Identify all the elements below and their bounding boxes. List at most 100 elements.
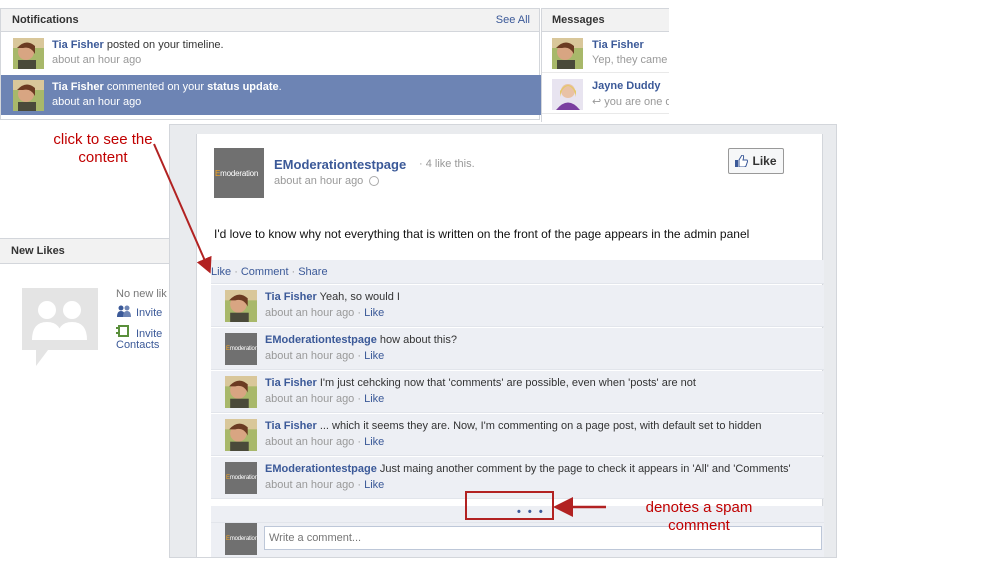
notification-suffix: .: [278, 81, 282, 93]
comment-action[interactable]: Comment: [241, 266, 289, 278]
globe-icon: [369, 176, 379, 186]
people-silhouette-icon: [22, 288, 98, 366]
post-timestamp[interactable]: about an hour ago: [274, 175, 363, 187]
comment-text: EModerationtestpage how about this?: [265, 334, 457, 346]
new-likes-header: New Likes: [0, 238, 170, 264]
comment-time[interactable]: about an hour ago: [265, 307, 354, 319]
post-text: I'd love to know why not everything that…: [214, 227, 750, 241]
comment-text: Tia Fisher Yeah, so would I: [265, 291, 400, 303]
comment-like-link[interactable]: Like: [364, 479, 384, 491]
comment-meta: about an hour ago · Like: [265, 436, 385, 448]
commenter-name-link[interactable]: EModerationtestpage: [265, 463, 377, 475]
post-actions-bar: Like · Comment · Share: [211, 260, 824, 284]
like-action[interactable]: Like: [211, 266, 231, 278]
commenter-avatar[interactable]: [225, 376, 257, 408]
comment-body: how about this?: [376, 334, 457, 346]
tia-fisher-avatar: [13, 38, 44, 69]
comment-text: Tia Fisher ... which it seems they are. …: [265, 420, 762, 432]
comment-time[interactable]: about an hour ago: [265, 350, 354, 362]
message-sender[interactable]: Tia Fisher: [592, 39, 644, 51]
commenter-name-link[interactable]: Tia Fisher: [265, 420, 317, 432]
messages-header: Messages: [542, 8, 669, 32]
click-annotation: click to see the content: [53, 131, 153, 166]
new-likes-panel: New Likes No new lik Invite Invite Conta…: [0, 238, 170, 368]
page-avatar[interactable]: Emoderation: [214, 148, 264, 198]
commenter-avatar[interactable]: [225, 290, 257, 322]
comment-meta: about an hour ago · Like: [265, 307, 385, 319]
comment-meta: about an hour ago · Like: [265, 479, 385, 491]
emoderation-logo: Emoderation: [226, 536, 258, 543]
comment-like-link[interactable]: Like: [364, 393, 384, 405]
new-likes-title: New Likes: [11, 245, 65, 257]
notification-time: about an hour ago: [52, 54, 142, 66]
comment-time[interactable]: about an hour ago: [265, 479, 354, 491]
notifications-title: Notifications: [12, 14, 79, 26]
comment-body: Yeah, so would I: [316, 291, 400, 303]
like-page-button[interactable]: Like: [728, 148, 784, 174]
notification-time: about an hour ago: [52, 96, 142, 108]
notification-text: commented on your: [103, 81, 208, 93]
notification-item-selected[interactable]: Tia Fisher commented on your status upda…: [1, 75, 541, 115]
notifications-panel: Notifications See All Tia Fisher posted …: [0, 8, 541, 120]
comment-row: Tia Fisher ... which it seems they are. …: [211, 414, 824, 456]
notification-name[interactable]: Tia Fisher: [52, 39, 104, 51]
tia-fisher-avatar: [13, 80, 44, 111]
comment-like-link[interactable]: Like: [364, 307, 384, 319]
people-icon: [116, 305, 132, 317]
comment-body: I'm just cehcking now that 'comments' ar…: [316, 377, 696, 389]
commenter-name-link[interactable]: EModerationtestpage: [265, 334, 377, 346]
notification-item[interactable]: Tia Fisher posted on your timeline. abou…: [1, 33, 541, 73]
invite-label: Invite: [136, 307, 163, 319]
see-all-link[interactable]: See All: [496, 14, 530, 26]
address-book-icon: [116, 324, 132, 337]
message-snippet: ↩ you are one o: [592, 96, 669, 108]
like-count: · 4 like this.: [419, 158, 475, 170]
comment-meta: about an hour ago · Like: [265, 350, 385, 362]
comment-text: EModerationtestpage Just maing another c…: [265, 463, 791, 475]
comment-body: ... which it seems they are. Now, I'm co…: [316, 420, 762, 432]
notification-bold-text: status update: [207, 81, 279, 93]
comment-row: Tia Fisher I'm just cehcking now that 'c…: [211, 371, 824, 413]
comment-row: Tia Fisher Yeah, so would I about an hour…: [211, 285, 824, 327]
spam-annotation: denotes a spam comment: [645, 499, 753, 534]
notification-name[interactable]: Tia Fisher: [52, 81, 104, 93]
comment-like-link[interactable]: Like: [364, 436, 384, 448]
comment-time[interactable]: about an hour ago: [265, 436, 354, 448]
page-avatar-small: Emoderation: [225, 523, 258, 555]
emoderation-logo: Emoderation: [226, 346, 257, 353]
invite-friends-link[interactable]: Invite: [116, 305, 162, 319]
invite-contacts-link[interactable]: Invite: [116, 324, 162, 340]
page-name-link[interactable]: EModerationtestpage: [274, 157, 406, 172]
tia-fisher-avatar: [552, 38, 583, 69]
comment-text: Tia Fisher I'm just cehcking now that 'c…: [265, 377, 696, 389]
like-button-label: Like: [752, 154, 777, 168]
no-new-likes-text: No new lik: [116, 288, 167, 300]
messages-panel: Messages Tia Fisher Yep, they came Jayne…: [541, 8, 669, 122]
emoderation-logo: Emoderation: [226, 475, 257, 482]
spam-highlight-box: [465, 491, 554, 520]
commenter-name-link[interactable]: Tia Fisher: [265, 377, 317, 389]
jayne-duddy-avatar: [552, 79, 583, 110]
commenter-avatar[interactable]: [225, 419, 257, 451]
message-item[interactable]: Tia Fisher Yep, they came: [542, 33, 669, 73]
message-item[interactable]: Jayne Duddy ↩ you are one o: [542, 74, 669, 114]
share-action[interactable]: Share: [298, 266, 327, 278]
tia-fisher-avatar: [225, 419, 257, 451]
comment-time[interactable]: about an hour ago: [265, 393, 354, 405]
thumbs-up-icon: [735, 155, 749, 167]
messages-title: Messages: [552, 14, 605, 26]
message-snippet: Yep, they came: [592, 54, 668, 66]
comment-like-link[interactable]: Like: [364, 350, 384, 362]
notification-text: posted on your timeline.: [103, 39, 224, 51]
page-avatar-small[interactable]: Emoderation: [225, 333, 257, 365]
emoderation-logo: Emoderation: [215, 169, 259, 178]
comment-meta: about an hour ago · Like: [265, 393, 385, 405]
tia-fisher-avatar: [225, 290, 257, 322]
message-sender[interactable]: Jayne Duddy: [592, 80, 660, 92]
commenter-name-link[interactable]: Tia Fisher: [265, 291, 317, 303]
comment-body: Just maing another comment by the page t…: [376, 463, 791, 475]
tia-fisher-avatar: [225, 376, 257, 408]
comment-row: Emoderation EModerationtestpage how about…: [211, 328, 824, 370]
page-avatar-small[interactable]: Emoderation: [225, 462, 257, 494]
contacts-link[interactable]: Contacts: [116, 339, 159, 351]
